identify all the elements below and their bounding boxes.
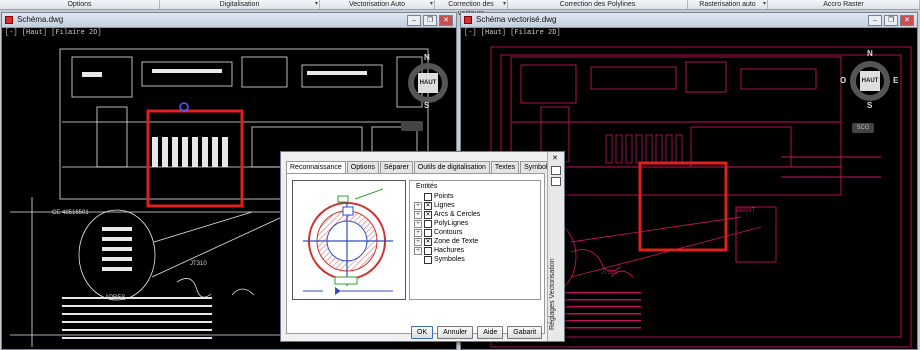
checkbox-hachures[interactable] [424, 246, 432, 255]
dropdown-arrow-icon: ▾ [502, 1, 506, 7]
palette-properties-icon[interactable] [551, 177, 561, 186]
palette-side-strip[interactable]: ✕ Réglages Vectorisation [547, 152, 564, 341]
compass-north-label[interactable]: N [867, 49, 873, 58]
expand-plus-icon[interactable]: + [414, 210, 422, 219]
annotation-text: AVANT [736, 208, 756, 214]
ok-button[interactable]: OK [411, 326, 434, 339]
ucs-menu-button[interactable] [401, 121, 423, 131]
vectorisation-settings-dialog[interactable]: Reconnaissance Options Séparer Outils de… [280, 151, 565, 342]
tree-item-polylignes[interactable]: + PolyLignes [414, 219, 468, 228]
dwg-file-icon [464, 16, 472, 24]
expand-plus-icon[interactable]: + [414, 237, 422, 246]
tree-item-hachures[interactable]: + Hachures [414, 246, 464, 255]
tree-item-lignes[interactable]: + ✕ Lignes [414, 201, 455, 210]
dialog-button-bar: OK Annuler Aide Gabarit [411, 326, 543, 339]
ribbon-group-label: Digitalisation [219, 1, 260, 8]
checkbox-zone-texte[interactable]: ✕ [424, 237, 432, 246]
viewcube-top-face[interactable]: HAUT [860, 71, 880, 91]
tree-item-label: Symboles [434, 256, 465, 263]
close-button[interactable]: ✕ [439, 15, 453, 26]
tree-item-label: Arcs & Cercles [434, 211, 481, 218]
window-titlebar[interactable]: Schéma.dwg – ❐ ✕ [2, 13, 456, 28]
checkbox-arcs-cercles[interactable]: ✕ [424, 210, 432, 219]
compass-east-label[interactable]: E [893, 76, 898, 85]
expand-plus-icon[interactable]: + [414, 201, 422, 210]
ribbon-group-label: Vectorisation Auto [348, 1, 406, 8]
dialog-tabs: Reconnaissance Options Séparer Outils de… [286, 161, 560, 174]
ribbon-panel-bar: Options Digitalisation ▾ Vectorisation Au… [0, 0, 920, 17]
checkbox-polylignes[interactable] [424, 219, 432, 228]
expand-plus-icon[interactable]: + [414, 246, 422, 255]
viewcube-compass[interactable]: HAUT N S [400, 53, 456, 111]
compass-west-label[interactable]: O [840, 76, 846, 85]
tree-item-label: Contours [434, 229, 463, 236]
tab-options[interactable]: Options [346, 161, 379, 173]
ribbon-group-vectorisation-auto[interactable]: Vectorisation Auto ▾ [320, 0, 435, 9]
tab-separer[interactable]: Séparer [379, 161, 413, 173]
restore-button[interactable]: ❐ [423, 15, 437, 26]
tree-item-contours[interactable]: + Contours [414, 228, 462, 237]
ribbon-group-rasterisation-auto[interactable]: Rasterisation auto ▾ [688, 0, 768, 9]
tab-textes[interactable]: Textes [490, 161, 520, 173]
ribbon-group-correction-vecteurs[interactable]: Correction des vecteurs▾ [435, 0, 508, 17]
window-title: Schéma vectorisé.dwg [476, 15, 557, 24]
tab-outils-digitalisation[interactable]: Outils de digitalisation [413, 161, 490, 173]
recognition-preview-image [292, 180, 406, 300]
ribbon-group-label: Correction des Polylines [559, 1, 636, 8]
tree-item-label: Hachures [434, 247, 464, 254]
help-button[interactable]: Aide [477, 326, 504, 339]
cancel-button[interactable]: Annuler [437, 326, 474, 339]
ucs-menu-button[interactable]: SCG [852, 123, 874, 133]
ribbon-group-label: Rasterisation auto [699, 1, 756, 8]
window-titlebar[interactable]: Schéma vectorisé.dwg – ❐ ✕ [461, 13, 917, 28]
checkbox-lignes[interactable]: ✕ [424, 201, 432, 210]
checkbox-symboles[interactable] [424, 255, 432, 264]
dropdown-arrow-icon: ▾ [314, 1, 318, 7]
palette-autohide-icon[interactable] [551, 166, 561, 175]
tab-page-reconnaissance: Entités Points + ✕ Lignes + ✕ Arcs & Cercles… [286, 173, 545, 334]
tree-item-symboles[interactable]: Symboles [414, 255, 465, 264]
tree-item-label: Zone de Texte [434, 238, 479, 245]
compass-south-label[interactable]: S [424, 101, 429, 110]
restore-button[interactable]: ❐ [884, 15, 898, 26]
annotation-text: JT310 [601, 270, 618, 276]
close-button[interactable]: ✕ [900, 15, 914, 26]
expand-plus-icon[interactable]: + [414, 219, 422, 228]
tree-item-arcs-cercles[interactable]: + ✕ Arcs & Cercles [414, 210, 480, 219]
annotation-text: APRES [105, 295, 126, 301]
viewcube-compass[interactable]: HAUT N S O E [840, 49, 898, 110]
compass-north-label[interactable]: N [424, 53, 430, 62]
tree-item-points[interactable]: Points [414, 192, 453, 201]
ribbon-group-label: Options [67, 1, 92, 8]
palette-title: Réglages Vectorisation [549, 258, 556, 330]
tree-item-zone-texte[interactable]: + ✕ Zone de Texte [414, 237, 478, 246]
ribbon-group-correction-polylines[interactable]: Correction des Polylines [508, 0, 688, 9]
tree-item-label: Points [434, 193, 454, 200]
dropdown-arrow-icon: ▾ [429, 1, 433, 7]
minimize-button[interactable]: – [407, 15, 421, 26]
checkbox-points[interactable] [424, 192, 432, 201]
ribbon-group-options[interactable]: Options [0, 0, 160, 9]
tree-item-label: Lignes [434, 202, 455, 209]
ribbon-group-label: Accro Raster [823, 1, 864, 8]
palette-close-icon[interactable]: ✕ [551, 155, 559, 162]
ribbon-group-accro-raster[interactable]: Accro Raster [768, 0, 920, 9]
viewcube-top-face[interactable]: HAUT [418, 73, 438, 93]
dropdown-arrow-icon: ▾ [762, 1, 766, 7]
annotation-text: JT310 [190, 261, 207, 267]
annotation-text: CE 48516501 [52, 210, 89, 216]
template-button[interactable]: Gabarit [507, 326, 543, 339]
compass-south-label[interactable]: S [867, 101, 872, 110]
window-title: Schéma.dwg [17, 15, 64, 24]
expand-plus-icon[interactable]: + [414, 228, 422, 237]
minimize-button[interactable]: – [868, 15, 882, 26]
entities-tree: Entités Points + ✕ Lignes + ✕ Arcs & Cercles… [409, 180, 541, 300]
checkbox-contours[interactable] [424, 228, 432, 237]
dwg-file-icon [5, 16, 13, 24]
ribbon-group-digitalisation[interactable]: Digitalisation ▾ [160, 0, 320, 9]
tree-header: Entités [416, 183, 438, 190]
tree-item-label: PolyLignes [434, 220, 469, 227]
